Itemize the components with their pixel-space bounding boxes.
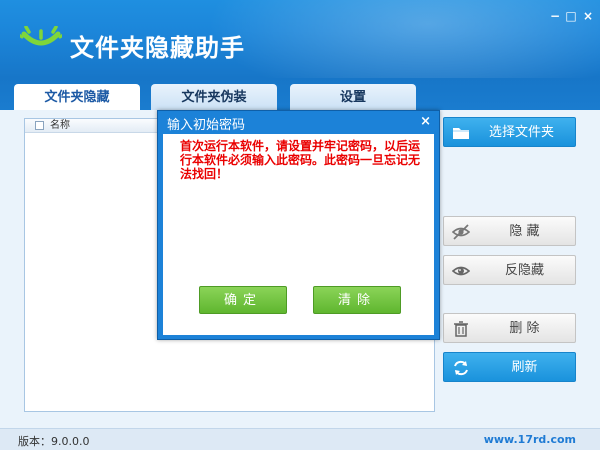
unhide-button[interactable]: 反隐藏 [443,255,576,285]
tab-folder-disguise[interactable]: 文件夹伪装 [151,84,277,112]
status-bar: 版本：9.0.0.0 www.17rd.com [0,428,600,450]
select-all-checkbox[interactable] [35,121,44,130]
version-text: 版本：9.0.0.0 [18,435,90,448]
hide-label: 隐 藏 [509,224,540,239]
hide-button[interactable]: 隐 藏 [443,216,576,246]
select-folder-label: 选择文件夹 [488,125,554,140]
refresh-icon [454,360,468,376]
title-bar: 文件夹隐藏助手 − □ × [0,0,600,78]
ok-button[interactable]: 确定 [199,286,287,314]
clear-button[interactable]: 清除 [313,286,401,314]
website-link[interactable]: www.17rd.com [484,433,576,446]
minimize-button[interactable]: − [547,8,563,24]
delete-button[interactable]: 删 除 [443,313,576,343]
dialog-close-icon[interactable]: × [420,114,431,129]
eye-logo-icon [20,26,62,46]
delete-label: 删 除 [509,321,540,336]
eye-slash-icon [452,224,470,240]
refresh-label: 刷新 [511,360,538,375]
unhide-label: 反隐藏 [504,263,544,278]
column-header-name: 名称 [50,120,70,131]
dialog-title: 输入初始密码 [167,118,246,133]
eye-icon [452,266,470,276]
tab-settings[interactable]: 设置 [290,84,416,112]
trash-icon [454,321,468,337]
app-title: 文件夹隐藏助手 [70,34,245,62]
close-window-button[interactable]: × [580,8,596,24]
select-folder-button[interactable]: 选择文件夹 [443,117,576,147]
refresh-button[interactable]: 刷新 [443,352,576,382]
maximize-button[interactable]: □ [563,8,579,24]
dialog-message: 首次运行本软件，请设置并牢记密码，以后运行本软件必须输入此密码。此密码一旦忘记无… [180,139,421,181]
dialog-body: 首次运行本软件，请设置并牢记密码，以后运行本软件必须输入此密码。此密码一旦忘记无… [163,134,434,335]
initial-password-dialog: 输入初始密码 × 首次运行本软件，请设置并牢记密码，以后运行本软件必须输入此密码… [157,110,440,340]
